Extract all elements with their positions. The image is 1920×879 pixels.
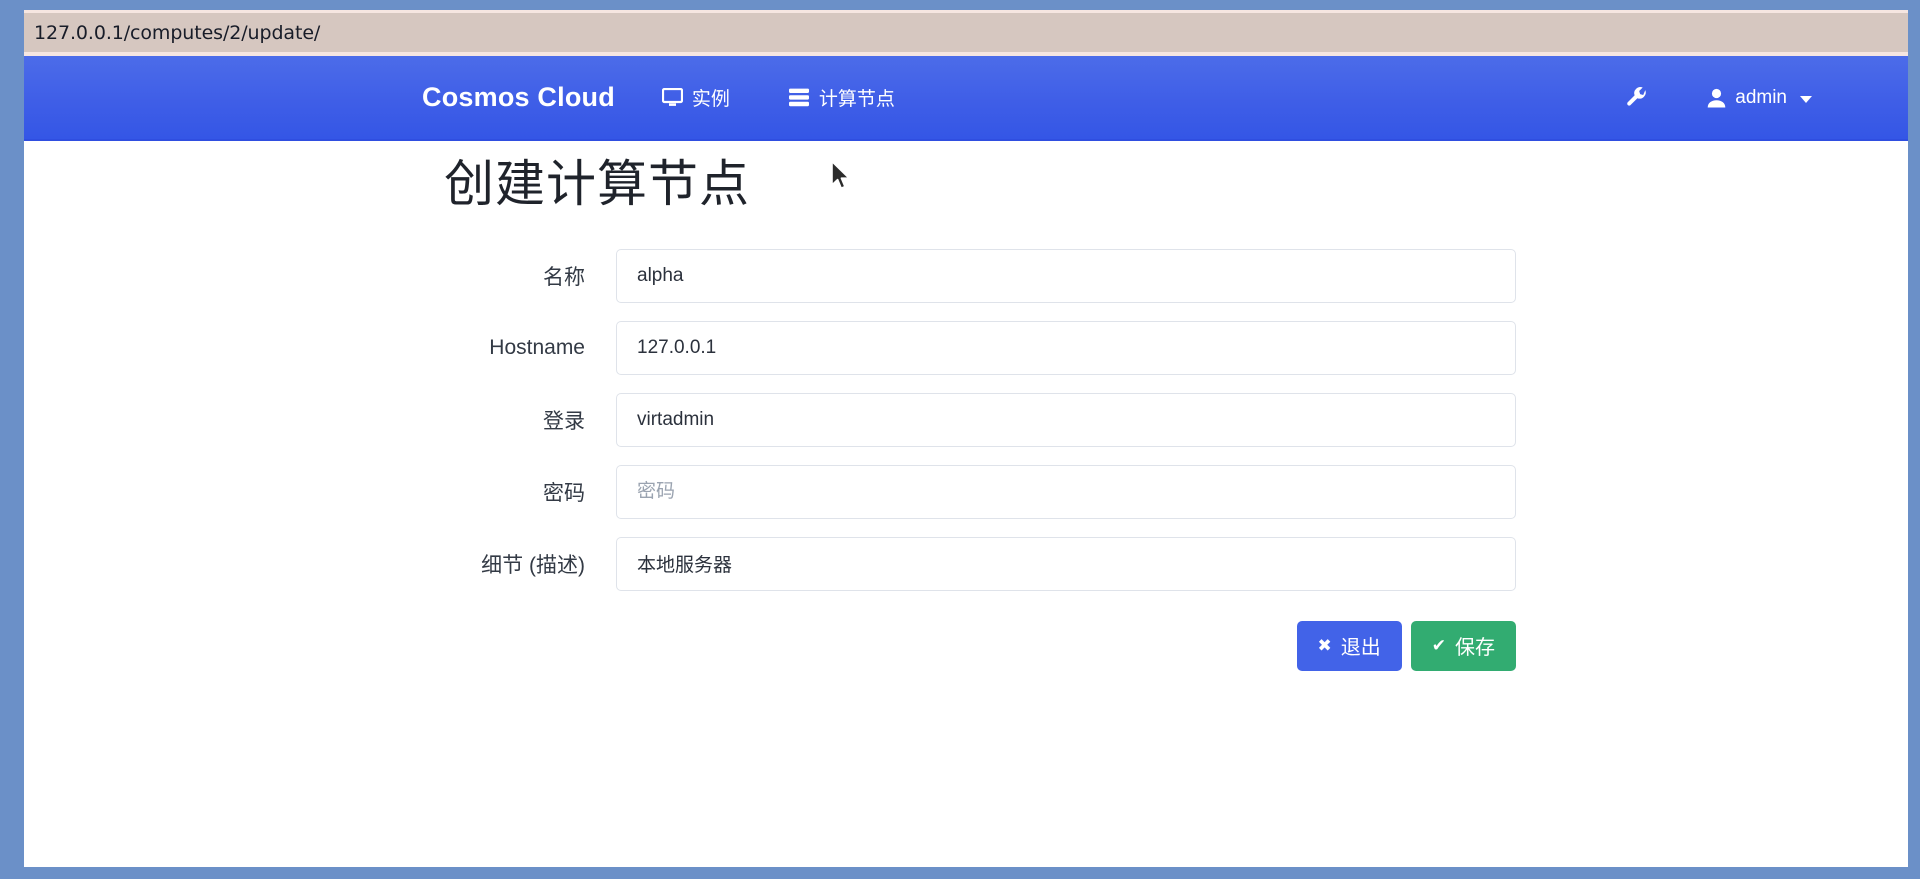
desktop-icon: [662, 88, 683, 107]
page-content: 创建计算节点 名称 Hostname 登录 密码: [24, 141, 1908, 863]
nav-item-computes-label: 计算节点: [819, 84, 895, 111]
cancel-button-label: 退出: [1341, 631, 1381, 660]
form-row-details: 细节 (描述): [24, 537, 1908, 591]
label-name: 名称: [24, 261, 616, 291]
user-menu[interactable]: admin: [1707, 87, 1812, 109]
check-icon: ✔: [1432, 637, 1446, 654]
form-row-name: 名称: [24, 249, 1908, 303]
input-name[interactable]: [616, 249, 1516, 303]
label-details: 细节 (描述): [24, 549, 616, 579]
input-password[interactable]: [616, 465, 1516, 519]
address-bar[interactable]: 127.0.0.1/computes/2/update/: [24, 10, 1908, 56]
close-icon: ✖: [1318, 637, 1332, 654]
browser-viewport: 127.0.0.1/computes/2/update/ Cosmos Clou…: [24, 10, 1908, 867]
nav-item-instances-label: 实例: [692, 84, 730, 111]
label-hostname: Hostname: [24, 336, 616, 360]
nav-item-instances[interactable]: 实例: [662, 84, 730, 111]
nav-item-computes[interactable]: 计算节点: [788, 84, 895, 111]
chevron-down-icon: [1800, 96, 1812, 103]
save-button[interactable]: ✔ 保存: [1411, 621, 1516, 671]
label-password: 密码: [24, 477, 616, 507]
user-icon: [1707, 88, 1726, 108]
compute-form: 名称 Hostname 登录 密码 细节 (描述): [24, 249, 1908, 671]
page-title: 创建计算节点: [24, 151, 1908, 219]
input-login[interactable]: [616, 393, 1516, 447]
form-actions: ✖ 退出 ✔ 保存: [24, 621, 1516, 671]
wrench-icon[interactable]: [1619, 86, 1655, 110]
brand-logo[interactable]: Cosmos Cloud: [422, 82, 615, 113]
navbar-right-group: admin: [1619, 56, 1908, 139]
browser-window: 127.0.0.1/computes/2/update/ Cosmos Clou…: [0, 0, 1920, 879]
form-row-password: 密码: [24, 465, 1908, 519]
user-name-label: admin: [1735, 87, 1787, 109]
input-hostname[interactable]: [616, 321, 1516, 375]
url-text: 127.0.0.1/computes/2/update/: [34, 22, 320, 44]
form-row-hostname: Hostname: [24, 321, 1908, 375]
top-navbar: Cosmos Cloud 实例: [24, 56, 1908, 141]
label-login: 登录: [24, 405, 616, 435]
cancel-button[interactable]: ✖ 退出: [1297, 621, 1402, 671]
save-button-label: 保存: [1455, 631, 1495, 660]
server-stack-icon: [788, 88, 810, 107]
form-row-login: 登录: [24, 393, 1908, 447]
input-details[interactable]: [616, 537, 1516, 591]
